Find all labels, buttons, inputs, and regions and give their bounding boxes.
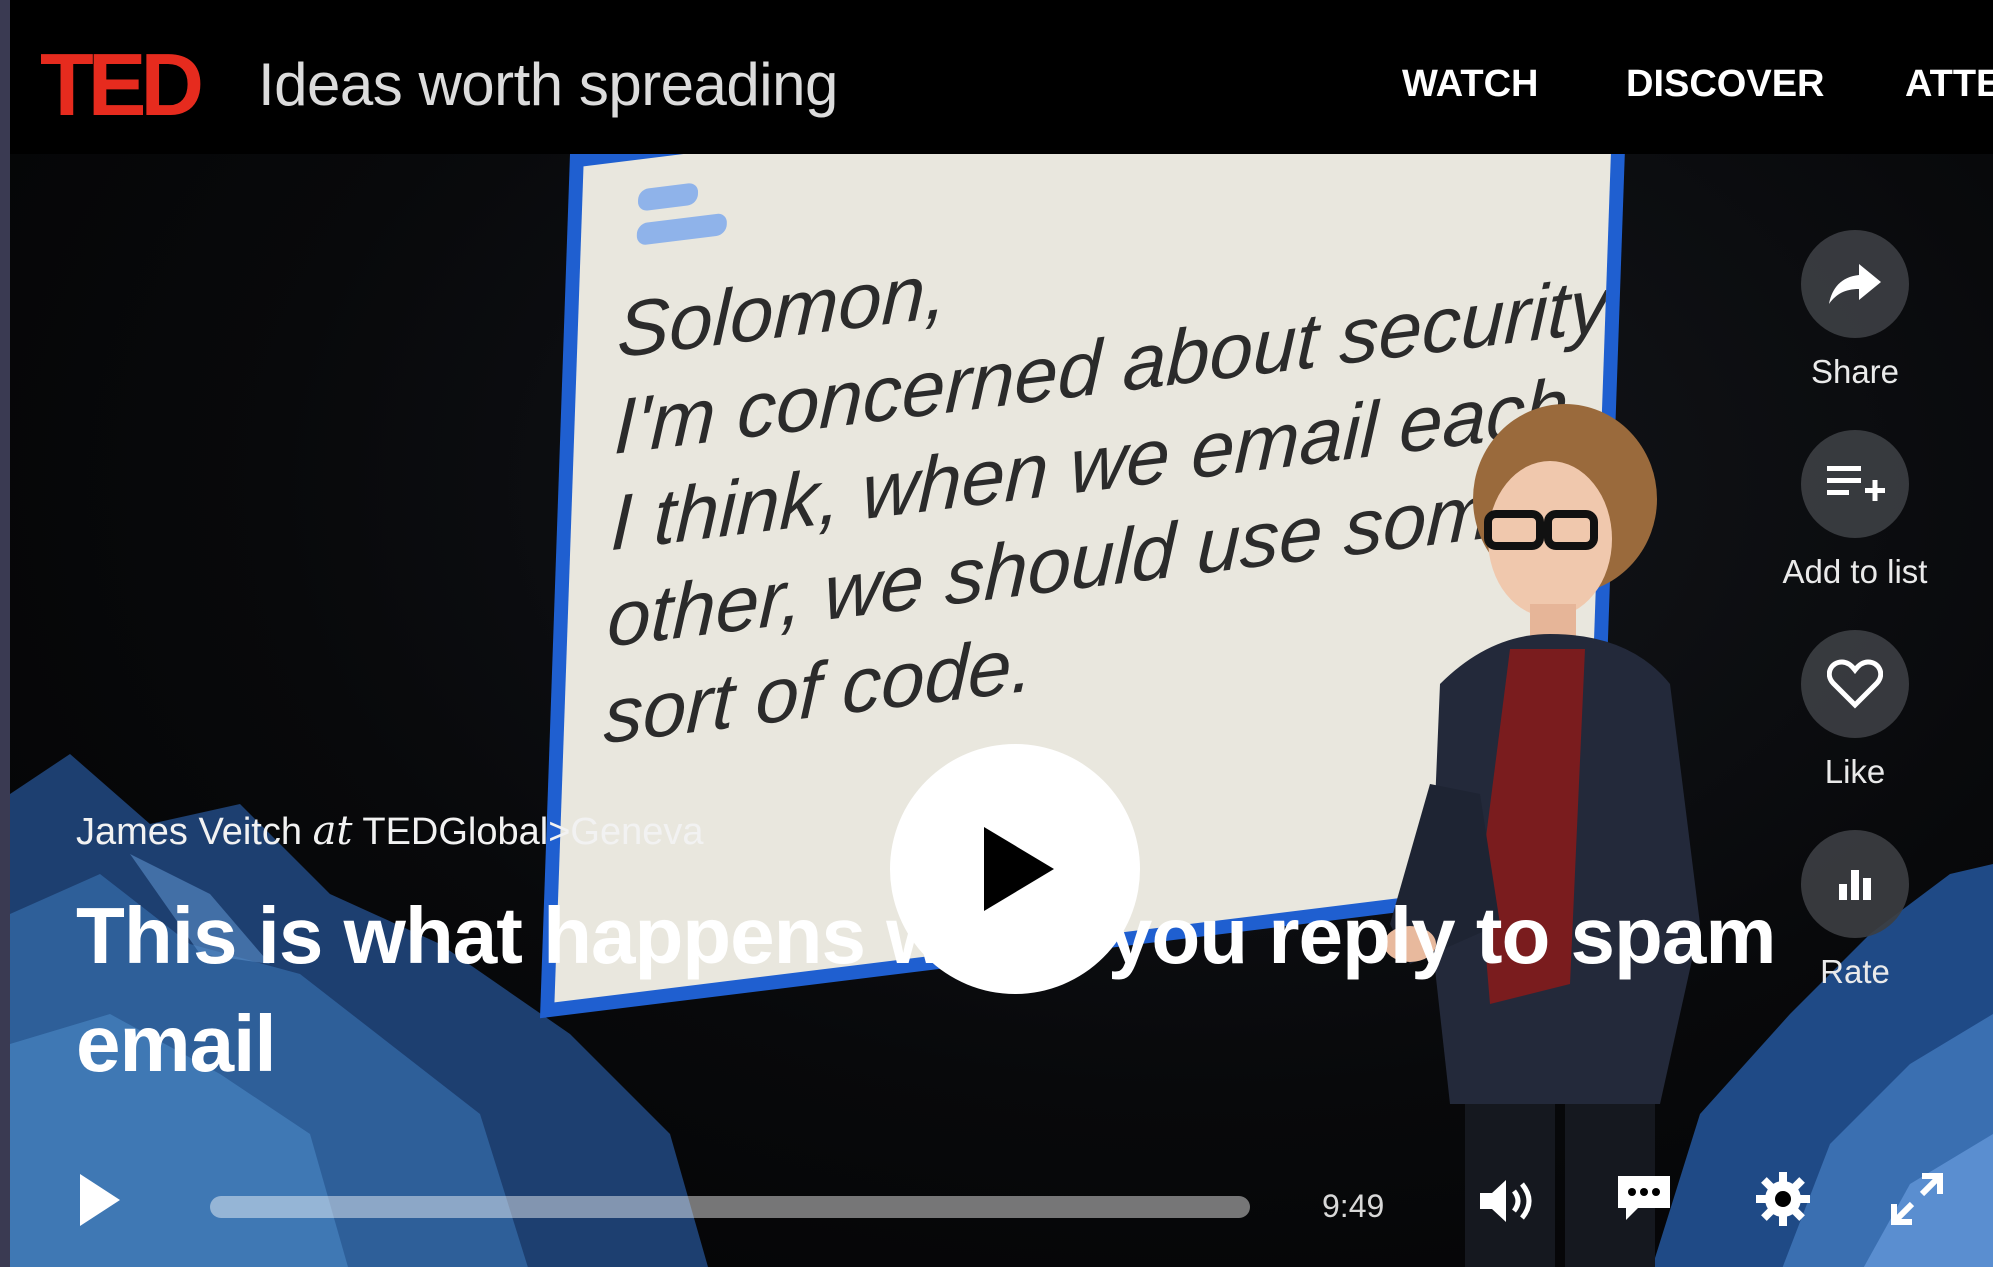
byline-at: at [312, 808, 353, 854]
email-chip [636, 212, 728, 246]
share-button[interactable]: Share [1755, 230, 1955, 392]
ted-logo[interactable]: TED [40, 40, 204, 130]
rate-bars-icon [1839, 870, 1871, 900]
add-to-list-icon [1827, 466, 1885, 501]
rate-button[interactable]: Rate [1755, 830, 1955, 992]
volume-icon [1480, 1180, 1532, 1222]
nav-attend[interactable]: ATTE [1905, 62, 1993, 106]
like-label: Like [1824, 753, 1886, 790]
duration-label: 9:49 [1322, 1188, 1385, 1224]
play-icon [80, 1174, 120, 1226]
player-controls: 9:49 [10, 1140, 1993, 1267]
settings-gear-icon [1756, 1172, 1810, 1226]
share-label: Share [1810, 353, 1900, 390]
add-to-list-label: Add to list [1782, 553, 1928, 590]
video-frame[interactable]: Solomon, I'm concerned about security; I… [10, 154, 1993, 1267]
nav-watch[interactable]: WATCH [1402, 62, 1539, 106]
captions-button[interactable] [1614, 1172, 1674, 1229]
fullscreen-button[interactable] [1890, 1172, 1944, 1231]
share-icon [1829, 264, 1881, 304]
progress-bar[interactable] [210, 1196, 1250, 1218]
talk-byline: James Veitch at TEDGlobal>Geneva [76, 808, 704, 855]
heart-icon [1827, 659, 1883, 709]
speaker-name[interactable]: James Veitch [76, 811, 302, 853]
add-to-list-button[interactable]: Add to list [1755, 430, 1955, 592]
event-name[interactable]: TEDGlobal>Geneva [362, 811, 703, 853]
like-button[interactable]: Like [1755, 630, 1955, 792]
like-circle [1801, 630, 1909, 738]
nav-discover[interactable]: DISCOVER [1626, 62, 1824, 106]
play-pause-button[interactable] [74, 1170, 124, 1235]
email-chip [637, 182, 699, 212]
rate-label: Rate [1820, 953, 1890, 990]
site-header: TED Ideas worth spreading WATCH DISCOVER… [10, 0, 1993, 154]
tagline: Ideas worth spreading [258, 51, 838, 118]
window-edge [0, 0, 10, 1267]
add-to-list-circle [1801, 430, 1909, 538]
talk-title: This is what happens when you reply to s… [76, 891, 1777, 1088]
rate-circle [1801, 830, 1909, 938]
volume-button[interactable] [1476, 1176, 1538, 1231]
fullscreen-icon [1891, 1173, 1943, 1225]
captions-icon [1618, 1176, 1670, 1220]
speaker-figure [1384, 404, 1700, 1267]
video-player: TED Ideas worth spreading WATCH DISCOVER… [10, 0, 1993, 1267]
share-circle [1801, 230, 1909, 338]
settings-button[interactable] [1754, 1170, 1812, 1233]
